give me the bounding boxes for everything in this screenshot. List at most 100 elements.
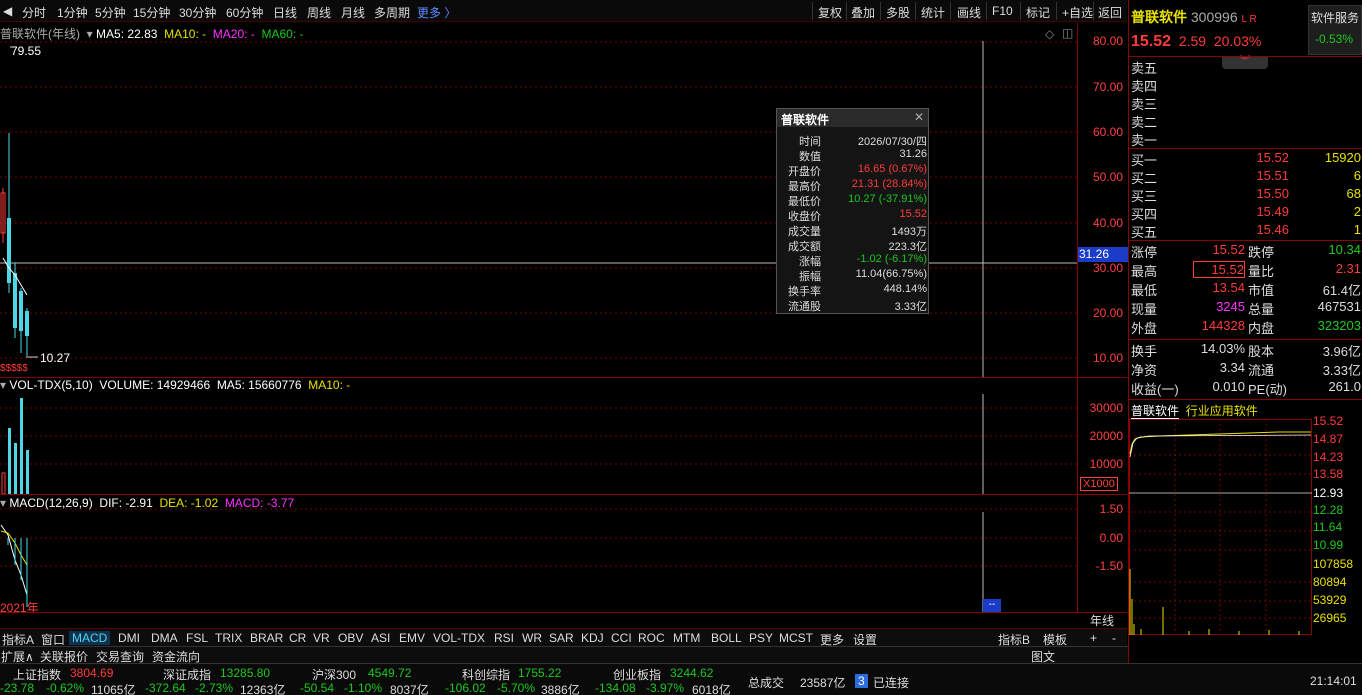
add-watchlist-button[interactable]: +自选: [1062, 4, 1093, 21]
stat-value: 144328: [1201, 318, 1245, 333]
mini-y-tick: 53929: [1313, 593, 1347, 607]
popup-row-label: 数值: [799, 151, 821, 163]
period-tab-more[interactable]: 更多 〉: [417, 4, 456, 21]
indicator-tab[interactable]: DMA: [151, 631, 178, 645]
index-pct: -0.62%: [46, 681, 85, 695]
stat-row: 净资 3.34 流通 3.33亿: [1131, 360, 1361, 379]
sector-box[interactable]: 软件服务 -0.53%: [1308, 5, 1362, 55]
overlay-button[interactable]: 叠加: [851, 4, 875, 21]
ask-level[interactable]: 卖三: [1131, 94, 1361, 112]
multi-stock-button[interactable]: 多股: [886, 4, 910, 21]
bid-label: 买二: [1131, 171, 1158, 186]
bar-info-popup[interactable]: 普联软件 ✕ 时间 2026/07/30/四 数值 31.26 开盘价 16.65 (0.…: [776, 108, 929, 314]
popup-row: 收盘价 15.52: [777, 208, 930, 223]
f10-button[interactable]: F10: [992, 4, 1013, 18]
indicator-tab[interactable]: SAR: [549, 631, 574, 645]
macd-panel[interactable]: ▾ MACD(12,26,9) DIF: -2.91 DEA: -1.02 MA…: [0, 495, 1077, 615]
period-tab-60min[interactable]: 60分钟: [226, 4, 263, 21]
indicator-tab[interactable]: VR: [313, 631, 330, 645]
indicator-tab[interactable]: VOL-TDX: [433, 631, 485, 645]
y-tick-40: 40.00: [1092, 216, 1123, 230]
bid-level[interactable]: 买三 15.50 68: [1131, 186, 1361, 204]
indicator-tab[interactable]: BRAR: [250, 631, 283, 645]
close-icon[interactable]: ✕: [914, 110, 924, 124]
bid-qty: 1: [1353, 222, 1361, 237]
indicator-tab[interactable]: MTM: [673, 631, 700, 645]
bid-level[interactable]: 买一 15.52 15920: [1131, 150, 1361, 168]
price-change: 2.59: [1178, 33, 1207, 49]
status-bar: 上证指数 3804.69 -23.78 -0.62% 11065亿 深证成指 1…: [0, 663, 1362, 695]
bid-price: 15.49: [1256, 204, 1289, 219]
stat-row: 最低 13.54 市值 61.4亿: [1131, 280, 1361, 299]
indicator-tab[interactable]: BOLL: [711, 631, 742, 645]
bid-level[interactable]: 买二 15.51 6: [1131, 168, 1361, 186]
indicator-tab[interactable]: TRIX: [215, 631, 242, 645]
ask-level[interactable]: 卖一: [1131, 130, 1361, 148]
volume-panel[interactable]: ▾ VOL-TDX(5,10) VOLUME: 14929466 MA5: 15…: [0, 378, 1077, 494]
ask-level[interactable]: 卖四: [1131, 76, 1361, 94]
period-tab-1min[interactable]: 1分钟: [57, 4, 88, 21]
period-tab-5min[interactable]: 5分钟: [95, 4, 126, 21]
period-tab-15min[interactable]: 15分钟: [133, 4, 170, 21]
mini-tab-industry[interactable]: 行业应用软件: [1186, 404, 1258, 418]
macd-axis: 1.50 0.00 -1.50 年线: [1077, 495, 1127, 628]
back-button[interactable]: 返回: [1098, 4, 1122, 21]
indicator-tab[interactable]: ROC: [638, 631, 665, 645]
bid-level[interactable]: 买四 15.49 2: [1131, 204, 1361, 222]
indicator-tab[interactable]: OBV: [338, 631, 363, 645]
popup-row: 最低价 10.27 (-37.91%): [777, 193, 930, 208]
period-tab-30min[interactable]: 30分钟: [179, 4, 216, 21]
ask-level[interactable]: 卖五: [1131, 58, 1361, 76]
indicator-tab[interactable]: RSI: [494, 631, 514, 645]
stock-name: 普联软件: [1131, 9, 1187, 25]
mark-button[interactable]: 标记: [1026, 4, 1050, 21]
event-marks[interactable]: $$$$$: [0, 363, 28, 374]
draw-button[interactable]: 画线: [957, 4, 981, 21]
index-amount: 11065亿: [91, 683, 136, 695]
period-tab-month[interactable]: 月线: [341, 4, 365, 21]
bid-price: 15.52: [1256, 150, 1289, 165]
popup-row: 振幅 11.04(66.75%): [777, 268, 930, 283]
sector-pct: -0.53%: [1315, 32, 1354, 46]
mini-y-tick: 13.58: [1313, 467, 1344, 481]
add-panel-button[interactable]: +: [1090, 631, 1097, 645]
low-price-marker: 10.27: [40, 351, 71, 365]
remove-panel-button[interactable]: -: [1112, 631, 1116, 645]
indicator-tab[interactable]: ASI: [371, 631, 390, 645]
stats-button[interactable]: 统计: [921, 4, 945, 21]
mini-y-tick: 12.28: [1313, 503, 1344, 517]
period-tab-multi[interactable]: 多周期: [374, 4, 410, 21]
stat-value: 15.52: [1193, 261, 1245, 278]
indicator-tab[interactable]: KDJ: [581, 631, 604, 645]
indicator-tab[interactable]: MCST: [779, 631, 813, 645]
ask-level[interactable]: 卖二: [1131, 112, 1361, 130]
indicator-tab-active[interactable]: MACD: [69, 631, 111, 645]
period-tab-day[interactable]: 日线: [273, 4, 297, 21]
menu-icon[interactable]: ◀: [3, 4, 12, 18]
popup-row-value: -1.02 (-6.17%): [856, 253, 927, 265]
bid-qty: 2: [1353, 204, 1361, 219]
bid-level[interactable]: 买五 15.46 1: [1131, 222, 1361, 240]
period-tab-timeshare[interactable]: 分时: [22, 4, 46, 21]
year-label: 2021年: [0, 601, 39, 615]
indicator-tab[interactable]: CCI: [611, 631, 632, 645]
indicator-tab[interactable]: CR: [289, 631, 306, 645]
indicator-tab[interactable]: FSL: [186, 631, 208, 645]
fq-button[interactable]: 复权: [818, 4, 842, 21]
period-tab-week[interactable]: 周线: [307, 4, 331, 21]
index-amount: 8037亿: [390, 683, 429, 695]
popup-row-label: 成交量: [788, 226, 821, 238]
stat-label: 总量: [1248, 302, 1275, 317]
stat-label: 最高: [1131, 264, 1158, 279]
indicator-tab[interactable]: WR: [522, 631, 542, 645]
indicator-tab[interactable]: DMI: [118, 631, 140, 645]
mini-tab-stock[interactable]: 普联软件: [1131, 404, 1180, 419]
indicator-tab[interactable]: EMV: [399, 631, 425, 645]
indicator-tab[interactable]: PSY: [749, 631, 773, 645]
mini-intraday-chart[interactable]: [1129, 419, 1312, 635]
index-value: 3804.69: [70, 666, 114, 680]
stat-value: 323203: [1317, 318, 1361, 333]
last-price: 15.52: [1131, 33, 1172, 50]
connection-status[interactable]: 已连接: [873, 674, 909, 691]
popup-row-label: 最低价: [788, 196, 821, 208]
